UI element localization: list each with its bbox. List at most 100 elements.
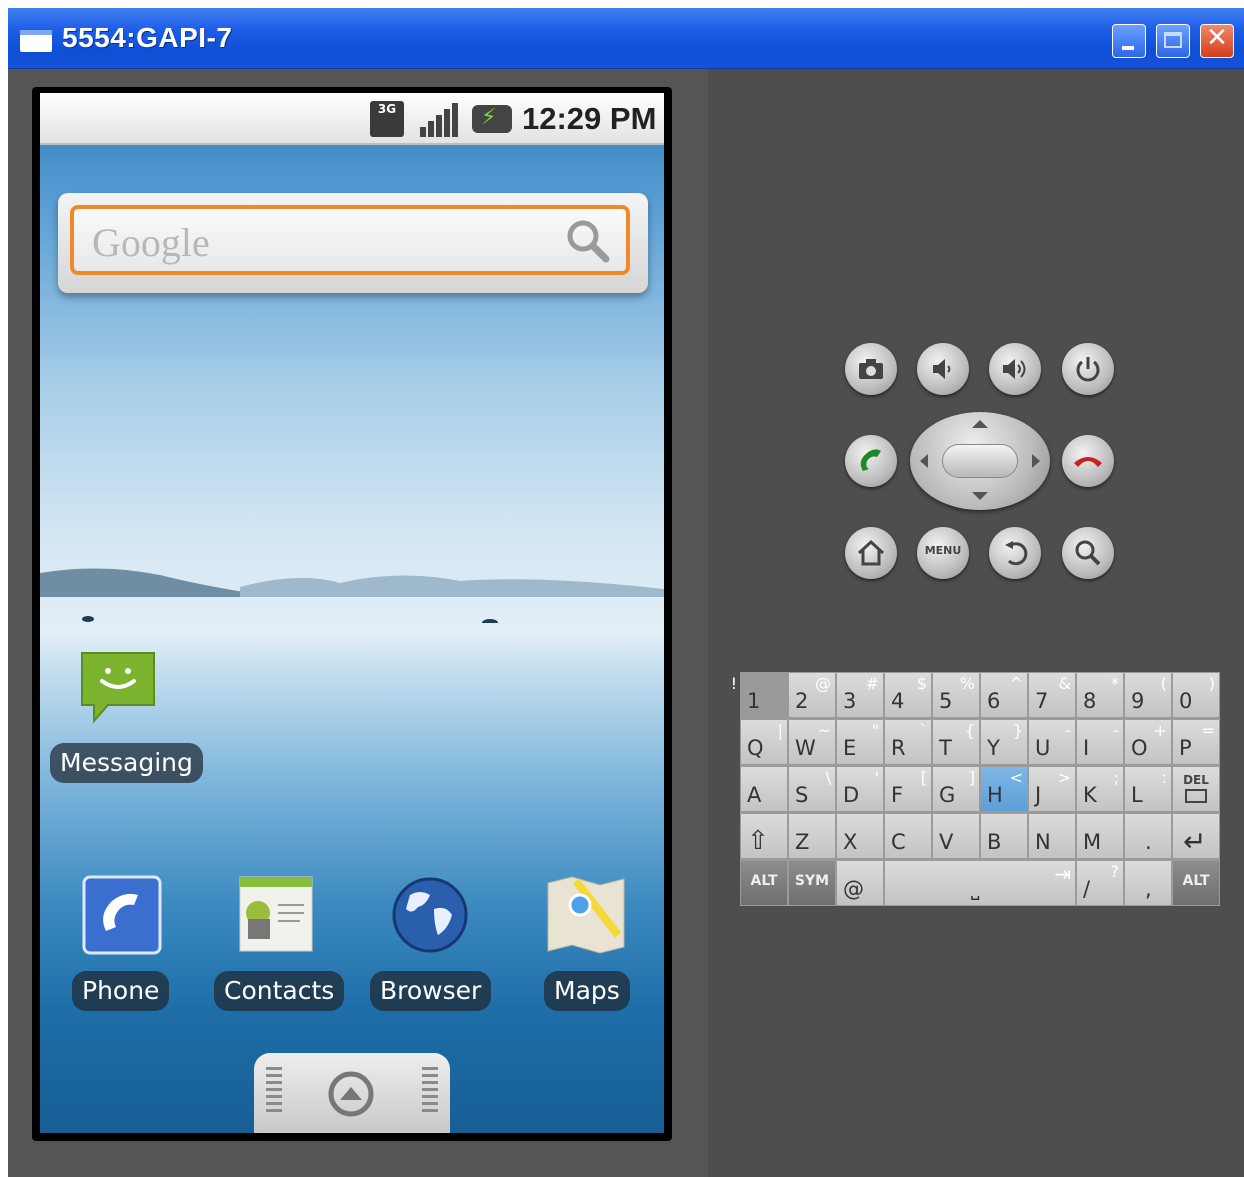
home-screen[interactable]: 3G 12:29 PM Google bbox=[40, 93, 664, 1133]
key-k[interactable]: K; bbox=[1076, 766, 1124, 812]
search-field[interactable]: Google bbox=[70, 205, 630, 275]
key-q[interactable]: Q | bbox=[740, 719, 788, 765]
key-h[interactable]: H < bbox=[980, 766, 1028, 812]
controls-panel bbox=[708, 69, 1244, 1177]
google-search-widget[interactable]: Google bbox=[58, 193, 648, 293]
app-drawer-tab[interactable] bbox=[254, 1053, 450, 1133]
app-label-maps[interactable]: Maps bbox=[544, 971, 630, 1011]
key-a[interactable]: A bbox=[740, 766, 788, 812]
key-b[interactable]: B bbox=[980, 813, 1028, 859]
key-comma[interactable]: , bbox=[1124, 860, 1172, 906]
status-time: 12:29 PM bbox=[522, 101, 657, 136]
key-j[interactable]: J > bbox=[1028, 766, 1076, 812]
maps-icon[interactable] bbox=[546, 875, 626, 955]
dpad[interactable] bbox=[910, 412, 1050, 510]
key-0[interactable]: 0) bbox=[1172, 672, 1220, 718]
contacts-icon[interactable] bbox=[236, 875, 316, 955]
key-v[interactable]: V bbox=[932, 813, 980, 859]
key-z[interactable]: Z bbox=[788, 813, 836, 859]
window-title: 5554:GAPI-7 bbox=[62, 22, 233, 53]
key-g[interactable]: G] bbox=[932, 766, 980, 812]
key-w[interactable]: W ~ bbox=[788, 719, 836, 765]
key-l[interactable]: L: bbox=[1124, 766, 1172, 812]
key-p[interactable]: P = bbox=[1172, 719, 1220, 765]
window-icon bbox=[20, 30, 52, 52]
search-icon[interactable] bbox=[564, 217, 612, 265]
camera-icon bbox=[859, 359, 883, 379]
key-shift[interactable]: ⇧ bbox=[740, 813, 788, 859]
app-label-phone[interactable]: Phone bbox=[72, 971, 170, 1011]
menu-label: MENU bbox=[924, 544, 962, 557]
camera-button[interactable] bbox=[845, 343, 897, 395]
power-button[interactable] bbox=[1062, 343, 1114, 395]
back-button[interactable] bbox=[989, 527, 1041, 579]
close-button[interactable]: ✕ bbox=[1200, 23, 1234, 58]
signal-icon bbox=[420, 101, 458, 137]
app-label-messaging[interactable]: Messaging bbox=[50, 743, 203, 783]
key-2[interactable]: 2 @ bbox=[788, 672, 836, 718]
home-icon bbox=[857, 539, 885, 566]
key-period[interactable]: . bbox=[1124, 813, 1172, 859]
key-i[interactable]: I- bbox=[1076, 719, 1124, 765]
key-u[interactable]: U- bbox=[1028, 719, 1076, 765]
key-c[interactable]: C bbox=[884, 813, 932, 859]
wallpaper-hills bbox=[40, 568, 664, 623]
volume-down-icon bbox=[933, 359, 951, 379]
phone-icon[interactable] bbox=[82, 875, 162, 955]
maximize-button[interactable] bbox=[1156, 24, 1190, 58]
key-y[interactable]: Y} bbox=[980, 719, 1028, 765]
call-icon bbox=[860, 449, 881, 471]
key-n[interactable]: N bbox=[1028, 813, 1076, 859]
key-enter[interactable]: ↵ bbox=[1172, 813, 1220, 859]
backspace-icon bbox=[1185, 789, 1207, 803]
key-3[interactable]: 3 # bbox=[836, 672, 884, 718]
end-call-button[interactable] bbox=[1062, 435, 1114, 487]
key-8[interactable]: 8 * bbox=[1076, 672, 1124, 718]
key-slash[interactable]: /? bbox=[1076, 860, 1124, 906]
call-button[interactable] bbox=[845, 435, 897, 487]
phone-screen: 3G 12:29 PM Google bbox=[32, 87, 672, 1141]
search-button[interactable] bbox=[1062, 527, 1114, 579]
volume-up-button[interactable] bbox=[989, 343, 1041, 395]
key-d[interactable]: D ' bbox=[836, 766, 884, 812]
key-r[interactable]: R ` bbox=[884, 719, 932, 765]
key-5[interactable]: 5% bbox=[932, 672, 980, 718]
key-6[interactable]: 6 ^ bbox=[980, 672, 1028, 718]
key-9[interactable]: 9( bbox=[1124, 672, 1172, 718]
key-alt-left[interactable]: ALT bbox=[740, 860, 788, 906]
key-e[interactable]: E " bbox=[836, 719, 884, 765]
qwerty-keyboard: 1! 2 @ 3 # 4 $ 5% 6 ^ 7 & 8 * 9( 0) Q | W ~ E " R… bbox=[731, 672, 1220, 906]
title-bar[interactable]: 5554:GAPI-7 ✕ bbox=[8, 8, 1244, 69]
minimize-button[interactable] bbox=[1112, 24, 1146, 58]
key-7[interactable]: 7 & bbox=[1028, 672, 1076, 718]
key-1[interactable]: 1! bbox=[731, 672, 760, 718]
app-label-contacts[interactable]: Contacts bbox=[214, 971, 345, 1011]
browser-globe-icon[interactable] bbox=[390, 875, 470, 955]
key-space[interactable]: ⎵ ⇥ bbox=[884, 860, 1076, 906]
key-s[interactable]: S \ bbox=[788, 766, 836, 812]
power-icon bbox=[1076, 357, 1100, 382]
key-alt-right[interactable]: ALT bbox=[1172, 860, 1220, 906]
key-del[interactable]: DEL bbox=[1172, 766, 1220, 812]
key-x[interactable]: X bbox=[836, 813, 884, 859]
search-icon bbox=[1075, 540, 1101, 566]
end-call-icon bbox=[1074, 457, 1102, 467]
key-o[interactable]: O + bbox=[1124, 719, 1172, 765]
key-at[interactable]: @ bbox=[836, 860, 884, 906]
menu-button[interactable]: MENU bbox=[917, 527, 969, 579]
status-bar[interactable]: 3G 12:29 PM bbox=[40, 93, 664, 145]
messaging-icon[interactable] bbox=[78, 649, 158, 729]
volume-down-button[interactable] bbox=[917, 343, 969, 395]
app-label-browser[interactable]: Browser bbox=[370, 971, 492, 1011]
key-4[interactable]: 4 $ bbox=[884, 672, 932, 718]
key-t[interactable]: T{ bbox=[932, 719, 980, 765]
key-m[interactable]: M bbox=[1076, 813, 1124, 859]
key-f[interactable]: F[ bbox=[884, 766, 932, 812]
back-icon bbox=[1005, 541, 1028, 566]
key-sym[interactable]: SYM bbox=[788, 860, 836, 906]
volume-up-icon bbox=[1003, 359, 1026, 379]
dpad-center-button[interactable] bbox=[942, 444, 1018, 478]
network-3g-icon: 3G bbox=[370, 101, 404, 137]
home-button[interactable] bbox=[845, 527, 897, 579]
app-drawer-icon bbox=[328, 1071, 374, 1117]
